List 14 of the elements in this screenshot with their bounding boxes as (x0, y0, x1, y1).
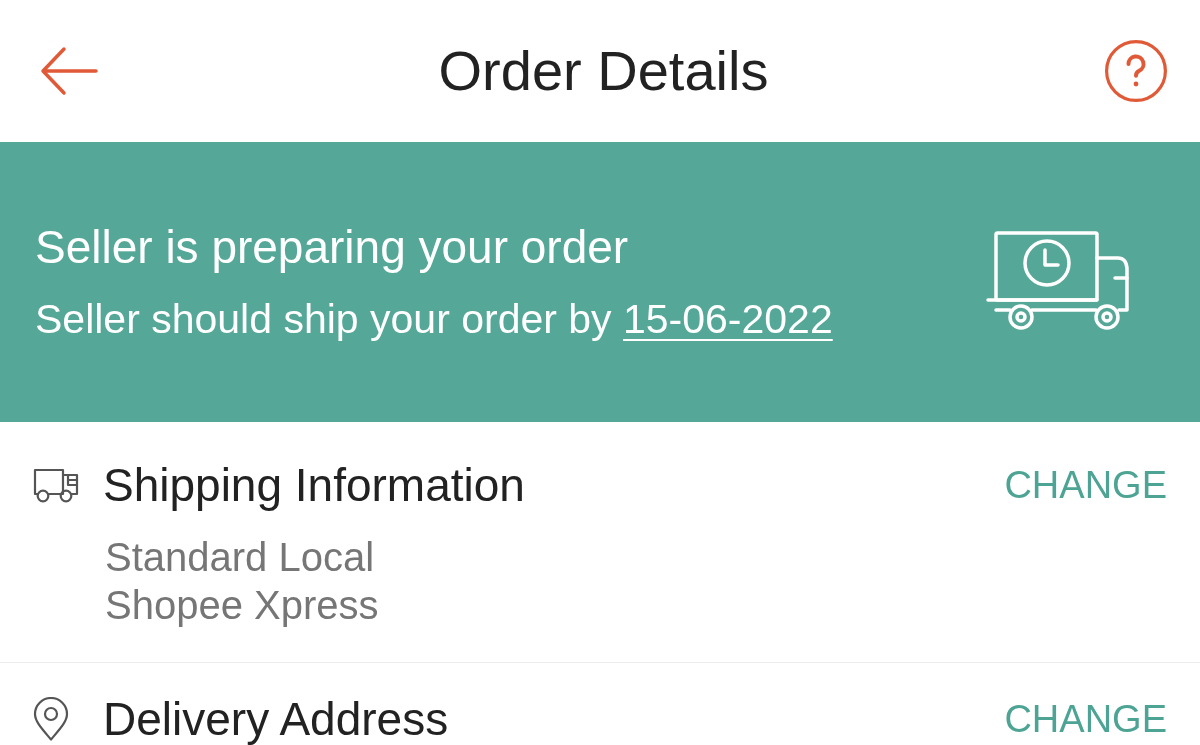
change-button[interactable]: CHANGE (1004, 697, 1167, 741)
change-button[interactable]: CHANGE (1004, 463, 1167, 507)
section-title: Shipping Information (103, 459, 525, 511)
help-icon[interactable] (1105, 40, 1167, 102)
shipping-detail-text: Standard Local (105, 534, 375, 581)
location-pin-icon (33, 697, 69, 741)
ship-by-text: Seller should ship your order by 15-06-2022 (35, 295, 833, 343)
shipping-detail-text: Shopee Xpress (105, 582, 379, 629)
page-title: Order Details (438, 39, 769, 103)
truck-icon (33, 467, 79, 503)
back-arrow-icon[interactable] (40, 46, 98, 96)
status-title: Seller is preparing your order (35, 221, 629, 273)
section-title: Delivery Address (103, 693, 449, 745)
ship-by-date-link[interactable]: 15-06-2022 (623, 296, 833, 342)
